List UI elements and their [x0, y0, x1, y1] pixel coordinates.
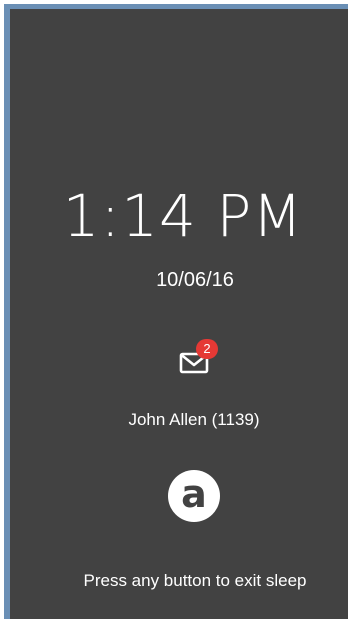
clock-date: 10/06/16	[156, 269, 234, 291]
logo-letter: a	[181, 472, 207, 516]
clock-time: 1:14 PM	[62, 182, 304, 250]
sleep-screen[interactable]: 1:14 PM 10/06/16 2 John Allen (1139) a P…	[10, 9, 348, 619]
exit-sleep-hint: Press any button to exit sleep	[83, 571, 307, 590]
device: 1:14 PM 10/06/16 2 John Allen (1139) a P…	[0, 0, 348, 619]
contact-name: John Allen (1139)	[128, 410, 260, 429]
logo-icon: a	[168, 470, 220, 522]
unread-count-badge: 2	[196, 339, 218, 359]
